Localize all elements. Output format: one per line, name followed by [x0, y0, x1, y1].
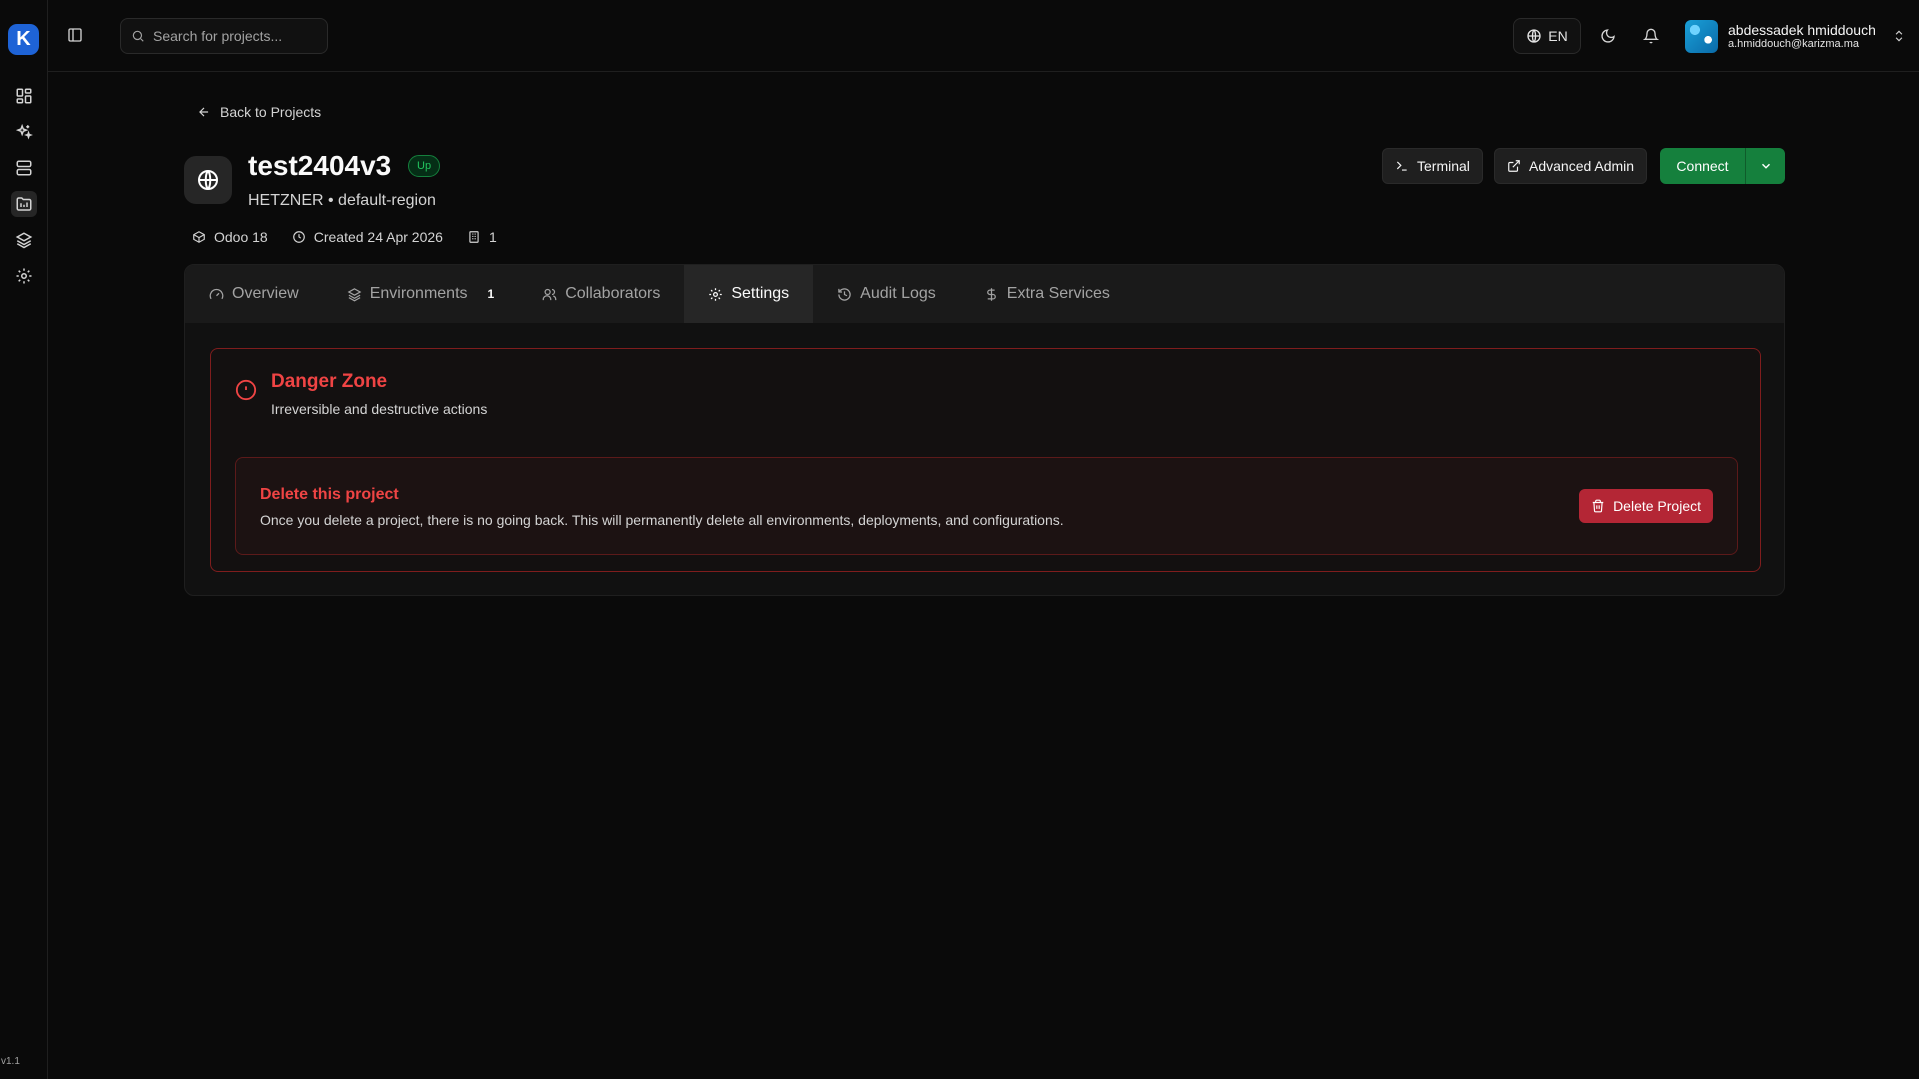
app-version: v1.1: [1, 1056, 20, 1067]
package-icon: [192, 230, 206, 244]
meta-created: Created 24 Apr 2026: [292, 229, 443, 245]
users-icon: [542, 287, 557, 302]
advanced-admin-button[interactable]: Advanced Admin: [1494, 148, 1648, 184]
project-card: Overview Environments 1 Collaborators Se…: [184, 264, 1785, 596]
dollar-sign-icon: [984, 287, 999, 302]
tab-audit-logs[interactable]: Audit Logs: [813, 265, 960, 323]
tab-label: Collaborators: [565, 285, 661, 302]
sidebar-toggle-icon[interactable]: [64, 24, 86, 46]
settings-icon[interactable]: [11, 263, 37, 289]
sidebar: K v1.1: [0, 0, 48, 1079]
tab-overview[interactable]: Overview: [185, 265, 323, 323]
layers-icon: [347, 287, 362, 302]
avatar: [1685, 19, 1718, 53]
tab-settings[interactable]: Settings: [684, 265, 814, 323]
search-input[interactable]: [153, 28, 313, 44]
chevron-down-icon: [1759, 159, 1773, 173]
search-box[interactable]: [120, 18, 328, 54]
meta-environments: 1: [467, 229, 497, 245]
tab-label: Audit Logs: [860, 285, 936, 302]
created-label: Created 24 Apr 2026: [313, 229, 443, 245]
arrow-left-icon: [197, 105, 211, 119]
trash-icon: [1591, 499, 1605, 513]
delete-project-description: Once you delete a project, there is no g…: [260, 512, 1064, 528]
gauge-icon: [209, 287, 224, 302]
language-button[interactable]: EN: [1513, 18, 1581, 54]
connect-dropdown-button[interactable]: [1745, 148, 1785, 184]
tab-label: Overview: [232, 285, 299, 302]
project-provider-region: HETZNER • default-region: [248, 192, 436, 209]
danger-zone-description: Irreversible and destructive actions: [271, 401, 488, 417]
env-count: 1: [488, 229, 497, 245]
language-label: EN: [1548, 28, 1568, 44]
chevrons-up-down-icon: [1892, 29, 1906, 43]
building-icon: [467, 230, 481, 244]
project-title: test2404v3: [248, 150, 392, 181]
connect-split-button: Connect: [1660, 148, 1785, 184]
tab-extra-services[interactable]: Extra Services: [960, 265, 1134, 323]
alert-circle-icon: [235, 379, 257, 401]
external-link-icon: [1507, 159, 1521, 173]
search-icon: [131, 29, 145, 43]
sparkles-icon[interactable]: [11, 119, 37, 145]
tab-environments[interactable]: Environments 1: [323, 265, 519, 323]
delete-project-title: Delete this project: [260, 486, 399, 503]
danger-zone-panel: Danger Zone Irreversible and destructive…: [210, 348, 1761, 572]
app-logo[interactable]: K: [8, 24, 39, 55]
theme-toggle-moon-icon[interactable]: [1597, 25, 1619, 47]
version-label: Odoo 18: [214, 229, 268, 245]
notifications-bell-icon[interactable]: [1640, 25, 1662, 47]
tab-label: Extra Services: [1006, 285, 1110, 302]
user-email: a.hmiddouch@karizma.ma: [1728, 38, 1859, 50]
globe-icon: [1526, 28, 1542, 44]
tab-bar: Overview Environments 1 Collaborators Se…: [185, 265, 1784, 323]
history-icon: [837, 287, 852, 302]
project-globe-icon: [184, 156, 232, 204]
delete-project-button[interactable]: Delete Project: [1579, 489, 1713, 523]
back-to-projects-link[interactable]: Back to Projects: [197, 104, 321, 120]
delete-project-label: Delete Project: [1613, 498, 1701, 514]
user-menu[interactable]: abdessadek hmiddouch a.hmiddouch@karizma…: [1685, 18, 1906, 54]
tab-count-badge: 1: [487, 287, 495, 301]
danger-zone-title: Danger Zone: [271, 371, 388, 392]
layers-icon[interactable]: [11, 227, 37, 253]
terminal-label: Terminal: [1417, 158, 1470, 174]
tab-label: Settings: [731, 285, 790, 302]
tab-label: Environments: [369, 285, 468, 302]
terminal-icon: [1395, 159, 1409, 173]
connect-button[interactable]: Connect: [1660, 148, 1745, 184]
back-label: Back to Projects: [220, 104, 322, 120]
meta-version: Odoo 18: [192, 229, 268, 245]
status-badge: Up: [408, 155, 441, 177]
settings-icon: [708, 287, 723, 302]
project-meta: Odoo 18 Created 24 Apr 2026 1: [192, 229, 497, 245]
clock-icon: [292, 230, 306, 244]
advanced-admin-label: Advanced Admin: [1529, 158, 1635, 174]
terminal-button[interactable]: Terminal: [1382, 148, 1483, 184]
delete-project-section: Delete this project Once you delete a pr…: [235, 457, 1738, 555]
tab-collaborators[interactable]: Collaborators: [518, 265, 684, 323]
servers-icon[interactable]: [11, 155, 37, 181]
top-header: EN abdessadek hmiddouch a.hmiddouch@kari…: [48, 0, 1919, 72]
projects-icon[interactable]: [11, 191, 37, 217]
user-name: abdessadek hmiddouch: [1728, 22, 1876, 38]
dashboard-icon[interactable]: [11, 83, 37, 109]
